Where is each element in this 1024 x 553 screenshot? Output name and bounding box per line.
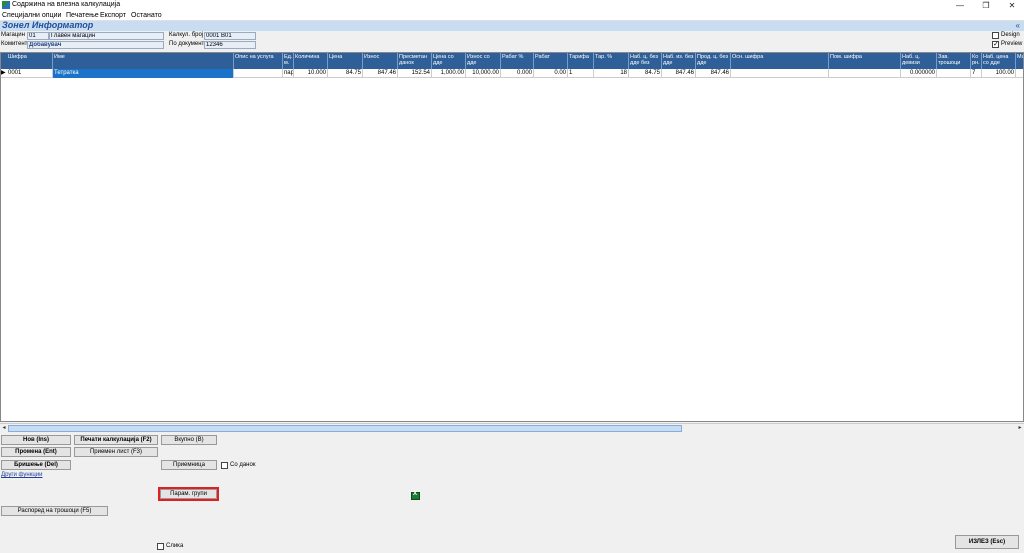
column-header[interactable]: Тарифа — [568, 53, 594, 69]
document-field[interactable]: 12346 — [204, 41, 256, 49]
with-tax-checkbox[interactable] — [221, 462, 228, 469]
warehouse-name-field[interactable]: Главен магацин — [49, 32, 164, 40]
table-cell[interactable]: 0.000 — [501, 69, 534, 78]
table-cell[interactable]: 847.46 — [696, 69, 731, 78]
edit-button[interactable]: Промена (Ent) — [1, 447, 71, 457]
param-groups-button[interactable]: Парам. групи — [158, 487, 219, 501]
menu-bar: Специјални опции Печатење Експорт Остана… — [0, 11, 1024, 21]
column-header[interactable]: Тар. % — [594, 53, 629, 69]
table-cell[interactable]: 847.46 — [363, 69, 398, 78]
exit-button[interactable]: ИЗЛЕЗ (Esc) — [955, 535, 1019, 549]
image-checkbox[interactable] — [157, 543, 164, 550]
table-row[interactable]: ▶ 0001 Тетратка пар 10.000 84.75 847.46 152.54… — [1, 69, 1023, 78]
with-tax-label: Со данок — [230, 462, 256, 468]
menu-print[interactable]: Печатење — [66, 12, 99, 19]
horizontal-scrollbar[interactable]: ◂ ▸ — [0, 423, 1024, 432]
table-cell[interactable] — [731, 69, 829, 78]
menu-export[interactable]: Експорт — [100, 12, 126, 19]
table-cell[interactable]: 10,000.00 — [466, 69, 501, 78]
print-calculation-button[interactable]: Печати калкулација (F2) — [74, 435, 158, 445]
column-header[interactable]: Наб. цена со дде — [982, 53, 1016, 69]
image-label: Слика — [166, 543, 184, 549]
calculation-number-field[interactable]: 0001 В01 — [204, 32, 256, 40]
preview-label: Preview — [1001, 41, 1023, 47]
table-cell[interactable]: 0.00 — [534, 69, 568, 78]
menu-other[interactable]: Останато — [131, 12, 162, 19]
table-cell[interactable]: 1,000.00 — [432, 69, 466, 78]
receipt-button[interactable]: Приемница — [161, 460, 217, 470]
calculation-number-label: Калкул. број — [169, 32, 204, 38]
table-cell[interactable]: Тетратка — [53, 69, 234, 78]
title-bar: Содржина на влезна калкулација — ❐ ✕ — [0, 0, 1024, 11]
total-button[interactable]: Вкупно (В) — [161, 435, 217, 445]
table-cell[interactable]: 0.000000 — [901, 69, 937, 78]
close-button[interactable]: ✕ — [1004, 0, 1020, 11]
informer-bar: Зонел Информатор « — [0, 20, 1024, 31]
window-title: Содржина на влезна калкулација — [12, 1, 121, 8]
app-icon — [2, 1, 10, 9]
preview-checkbox[interactable] — [992, 40, 999, 48]
table-cell[interactable]: 847.46 — [662, 69, 696, 78]
column-header[interactable]: Наб. ц. без дде без — [629, 53, 662, 69]
items-grid[interactable]: Шифра Име Опис на услуга Ед. м. Количина Цена… — [0, 52, 1024, 422]
restore-button[interactable]: ❐ — [978, 0, 994, 11]
column-header[interactable]: Цена со дде — [432, 53, 466, 69]
excel-icon[interactable] — [411, 491, 420, 500]
table-cell[interactable] — [937, 69, 971, 78]
column-header[interactable]: Количина — [294, 53, 328, 69]
column-header[interactable]: Ко рн. — [971, 53, 982, 69]
other-functions-link[interactable]: Други функции — [1, 472, 43, 478]
partner-label: Комитент — [1, 41, 28, 47]
delete-button[interactable]: Бришење (Del) — [1, 460, 71, 470]
table-cell[interactable]: 10.000 — [294, 69, 328, 78]
minimize-button[interactable]: — — [952, 0, 968, 11]
collapse-icon[interactable]: « — [1016, 21, 1020, 30]
column-header[interactable]: Шифра — [7, 53, 53, 69]
warehouse-code-field[interactable]: 01 — [27, 32, 49, 40]
document-label: По документ — [169, 41, 205, 47]
receipt-list-button[interactable]: Приемен лист (F3) — [74, 447, 158, 457]
scroll-thumb[interactable] — [8, 425, 682, 432]
menu-special-options[interactable]: Специјални опции — [2, 12, 61, 19]
action-panel: Нов (Ins) Промена (Ent) Бришење (Del) Др… — [0, 432, 1024, 553]
column-header[interactable]: Ед. м. — [283, 53, 294, 69]
column-header[interactable]: Износ со дде — [466, 53, 501, 69]
table-cell[interactable]: 1 — [568, 69, 594, 78]
partner-field[interactable]: Добавувач — [27, 41, 164, 49]
column-header[interactable]: Пресметан данок — [398, 53, 432, 69]
table-cell[interactable] — [1016, 69, 1023, 78]
column-header[interactable]: Наб. из. без дде — [662, 53, 696, 69]
table-cell[interactable]: 0001 — [7, 69, 53, 78]
table-cell[interactable] — [829, 69, 901, 78]
grid-header: Шифра Име Опис на услуга Ед. м. Количина Цена… — [1, 53, 1023, 69]
column-header[interactable]: Рабат % — [501, 53, 534, 69]
informer-title: Зонел Информатор — [2, 20, 94, 30]
table-cell[interactable]: 84.75 — [629, 69, 662, 78]
table-cell[interactable]: 7 — [971, 69, 982, 78]
column-header[interactable]: Износ — [363, 53, 398, 69]
column-header[interactable]: Опис на услуга — [234, 53, 283, 69]
new-button[interactable]: Нов (Ins) — [1, 435, 71, 445]
column-header[interactable]: Рабат — [534, 53, 568, 69]
design-label: Design — [1001, 32, 1020, 38]
design-checkbox[interactable] — [992, 32, 999, 39]
table-cell[interactable] — [234, 69, 283, 78]
column-header[interactable]: Ма — [1016, 53, 1023, 69]
column-header[interactable]: Прод. ц. без дде — [696, 53, 731, 69]
column-header[interactable]: Осн. шифра — [731, 53, 829, 69]
table-cell[interactable]: 152.54 — [398, 69, 432, 78]
row-indicator-icon: ▶ — [1, 70, 6, 76]
table-cell[interactable]: 84.75 — [328, 69, 363, 78]
column-header[interactable]: Пом. шифра — [829, 53, 901, 69]
warehouse-label: Магацин — [1, 32, 25, 38]
column-header[interactable]: Зав. трошоци — [937, 53, 971, 69]
cost-distribution-button[interactable]: Распоред на трошоци (F5) — [1, 506, 108, 516]
document-header: Магацин 01 Главен магацин Комитент Добав… — [0, 31, 1024, 51]
table-cell[interactable]: пар — [283, 69, 294, 78]
column-header[interactable]: Наб. ц. девизи — [901, 53, 937, 69]
column-header[interactable]: Име — [53, 53, 234, 69]
table-cell[interactable]: 18 — [594, 69, 629, 78]
table-cell[interactable]: 100.00 — [982, 69, 1016, 78]
column-header[interactable]: Цена — [328, 53, 363, 69]
